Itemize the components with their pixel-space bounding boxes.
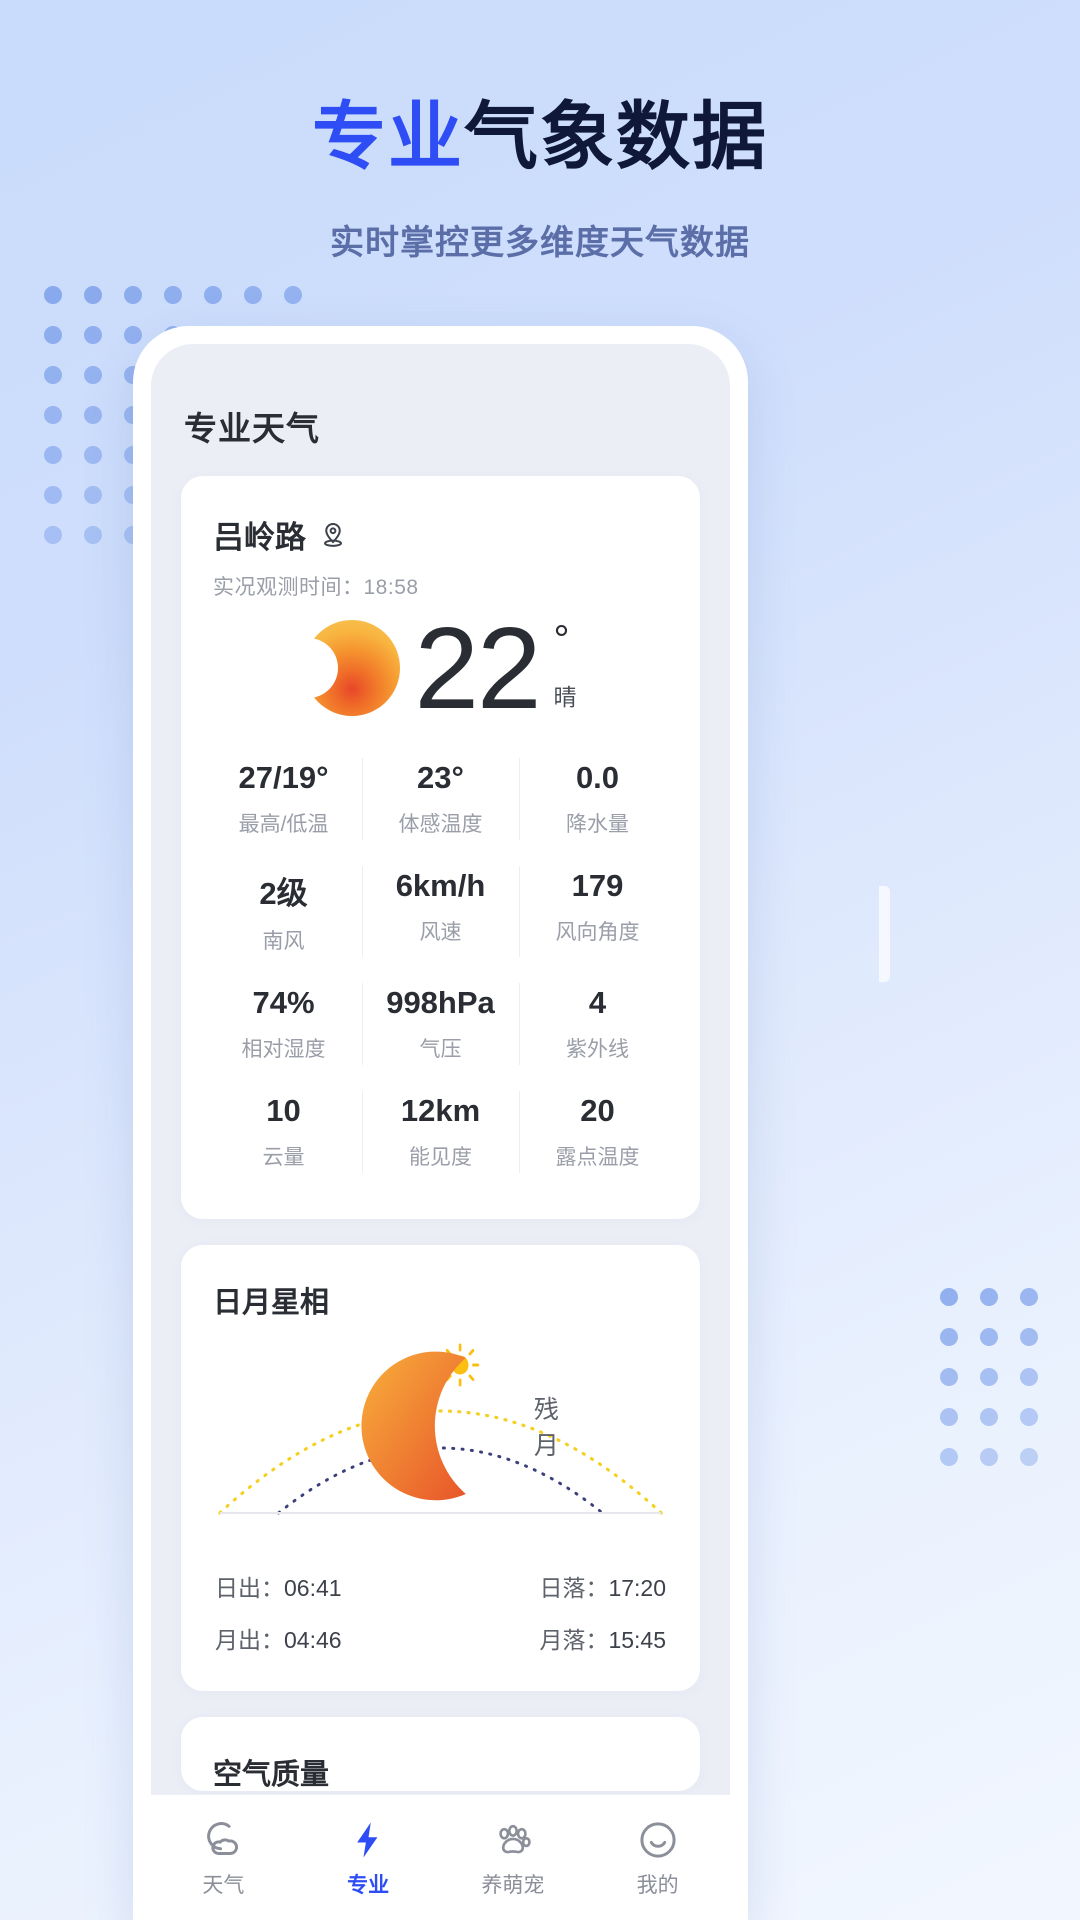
metric-value: 179 bbox=[571, 867, 624, 903]
sun-moon-times: 日出：06:41 日落：17:20 月出：04:46 月落：15:45 bbox=[181, 1537, 700, 1691]
moonrise-item: 月出：04:46 bbox=[215, 1621, 342, 1655]
tab-professional[interactable]: 专业 bbox=[296, 1817, 441, 1899]
promo-headline: 专业气象数据 bbox=[0, 96, 1080, 177]
metric-cell: 998hPa 气压 bbox=[362, 969, 519, 1077]
weather-condition-label: 晴 bbox=[553, 684, 577, 711]
current-temperature-value: 22 bbox=[414, 603, 541, 733]
paw-icon bbox=[441, 1817, 586, 1863]
phone-screen: 专业天气 吕岭路 实况观测时间：18:58 22 ° 晴 27/19° 最高/低… bbox=[151, 344, 730, 1920]
metric-label: 气压 bbox=[419, 1037, 462, 1061]
moonrise-label: 月出： bbox=[215, 1626, 284, 1653]
metric-cell: 6km/h 风速 bbox=[362, 852, 519, 969]
metric-value: 2级 bbox=[259, 875, 308, 911]
moonset-item: 月落：15:45 bbox=[539, 1621, 666, 1655]
promo-headline-accent: 专业 bbox=[312, 95, 464, 178]
metric-value: 4 bbox=[588, 984, 607, 1020]
metric-label: 相对湿度 bbox=[241, 1037, 326, 1061]
metric-label: 体感温度 bbox=[398, 812, 483, 836]
metric-value: 27/19° bbox=[238, 759, 329, 795]
metric-label: 风向角度 bbox=[555, 920, 640, 944]
metric-cell: 20 露点温度 bbox=[519, 1077, 676, 1185]
metric-value: 10 bbox=[266, 1092, 301, 1128]
location-row[interactable]: 吕岭路 bbox=[181, 476, 700, 557]
moonrise-value: 04:46 bbox=[284, 1626, 342, 1653]
metric-label: 最高/低温 bbox=[238, 812, 329, 836]
metrics-row: 2级 南风 6km/h 风速 179 风向角度 bbox=[205, 852, 676, 969]
metric-value: 6km/h bbox=[395, 867, 486, 903]
metric-value: 74% bbox=[252, 984, 315, 1020]
astro-card: 日月星相 残月 日出：06:41 日落：17:20 月出：04:46 月落：15… bbox=[181, 1244, 700, 1691]
current-weather-card: 吕岭路 实况观测时间：18:58 22 ° 晴 27/19° 最高/低温 23°… bbox=[181, 476, 700, 1219]
sunrise-sunset-row: 日出：06:41 日落：17:20 bbox=[215, 1569, 666, 1603]
lightning-bolt-icon bbox=[296, 1817, 441, 1863]
metric-label: 云量 bbox=[262, 1145, 305, 1169]
metric-label: 紫外线 bbox=[566, 1037, 629, 1061]
astro-card-title: 日月星相 bbox=[213, 1286, 330, 1319]
moonrise-moonset-row: 月出：04:46 月落：15:45 bbox=[215, 1621, 666, 1655]
sunrise-label: 日出： bbox=[215, 1574, 284, 1601]
crescent-moon-icon bbox=[334, 1331, 524, 1521]
temperature-side-group: ° 晴 bbox=[554, 620, 577, 716]
observation-time: 实况观测时间：18:58 bbox=[181, 557, 700, 601]
metrics-row: 10 云量 12km 能见度 20 露点温度 bbox=[205, 1077, 676, 1185]
smiley-face-icon bbox=[585, 1817, 730, 1863]
current-temperature-row: 22 ° 晴 bbox=[181, 601, 700, 744]
air-quality-card[interactable]: 空气质量 bbox=[181, 1716, 700, 1791]
sun-icon bbox=[278, 620, 401, 717]
tab-profile-label: 我的 bbox=[636, 1873, 679, 1897]
tab-professional-label: 专业 bbox=[347, 1873, 390, 1897]
metric-label: 能见度 bbox=[409, 1145, 472, 1169]
phone-mockup: 专业天气 吕岭路 实况观测时间：18:58 22 ° 晴 27/19° 最高/低… bbox=[133, 326, 890, 1920]
metric-value: 12km bbox=[400, 1092, 481, 1128]
sunrise-item: 日出：06:41 bbox=[215, 1569, 342, 1603]
metric-label: 露点温度 bbox=[555, 1145, 640, 1169]
phone-power-button bbox=[879, 886, 890, 982]
metric-cell: 74% 相对湿度 bbox=[205, 969, 362, 1077]
metrics-row: 74% 相对湿度 998hPa 气压 4 紫外线 bbox=[205, 969, 676, 1077]
metric-cell: 10 云量 bbox=[205, 1077, 362, 1185]
moon-phase-label: 残月 bbox=[533, 1395, 559, 1460]
tab-pets-label: 养萌宠 bbox=[481, 1873, 545, 1897]
metric-cell: 179 风向角度 bbox=[519, 852, 676, 969]
metric-value: 0.0 bbox=[575, 759, 620, 795]
moonset-value: 15:45 bbox=[608, 1626, 666, 1653]
tab-weather[interactable]: 天气 bbox=[151, 1817, 296, 1899]
sunset-item: 日落：17:20 bbox=[539, 1569, 666, 1603]
metric-cell: 0.0 降水量 bbox=[519, 744, 676, 852]
promo-headline-rest: 气象数据 bbox=[464, 95, 768, 178]
location-name: 吕岭路 bbox=[213, 520, 306, 555]
metric-label: 南风 bbox=[262, 929, 305, 953]
observation-time-label: 实况观测时间： bbox=[213, 576, 364, 599]
tab-pets[interactable]: 养萌宠 bbox=[441, 1817, 586, 1899]
decorative-dot-grid-right bbox=[940, 1288, 1038, 1466]
metric-label: 风速 bbox=[419, 920, 462, 944]
bottom-tab-bar: 天气 专业 养萌宠 我的 bbox=[151, 1794, 730, 1920]
metric-value: 998hPa bbox=[386, 984, 495, 1020]
metric-label: 降水量 bbox=[566, 812, 629, 836]
metric-cell: 2级 南风 bbox=[205, 852, 362, 969]
promo-subtitle: 实时掌控更多维度天气数据 bbox=[330, 224, 750, 262]
metric-cell: 23° 体感温度 bbox=[362, 744, 519, 852]
page-title: 专业天气 bbox=[184, 410, 320, 447]
metric-value: 20 bbox=[580, 1092, 615, 1128]
sunrise-value: 06:41 bbox=[284, 1574, 342, 1601]
sunset-value: 17:20 bbox=[608, 1574, 666, 1601]
moonset-label: 月落： bbox=[539, 1626, 609, 1653]
sun-moon-arc-chart: 残月 bbox=[209, 1337, 672, 1537]
metric-cell: 12km 能见度 bbox=[362, 1077, 519, 1185]
metric-cell: 27/19° 最高/低温 bbox=[205, 744, 362, 852]
tab-profile[interactable]: 我的 bbox=[585, 1817, 730, 1899]
metrics-row: 27/19° 最高/低温 23° 体感温度 0.0 降水量 bbox=[205, 744, 676, 852]
air-quality-card-title: 空气质量 bbox=[213, 1758, 330, 1791]
weather-metrics-grid: 27/19° 最高/低温 23° 体感温度 0.0 降水量 2级 南风 6km/… bbox=[181, 744, 700, 1219]
observation-time-value: 18:58 bbox=[363, 576, 419, 599]
location-pin-icon bbox=[318, 520, 348, 550]
tab-weather-label: 天气 bbox=[202, 1873, 245, 1897]
degree-symbol: ° bbox=[553, 618, 570, 663]
metric-value: 23° bbox=[417, 759, 464, 795]
cloud-moon-icon bbox=[151, 1817, 296, 1863]
sunset-label: 日落： bbox=[539, 1574, 609, 1601]
metric-cell: 4 紫外线 bbox=[519, 969, 676, 1077]
moon-phase-group: 残月 bbox=[334, 1331, 566, 1521]
